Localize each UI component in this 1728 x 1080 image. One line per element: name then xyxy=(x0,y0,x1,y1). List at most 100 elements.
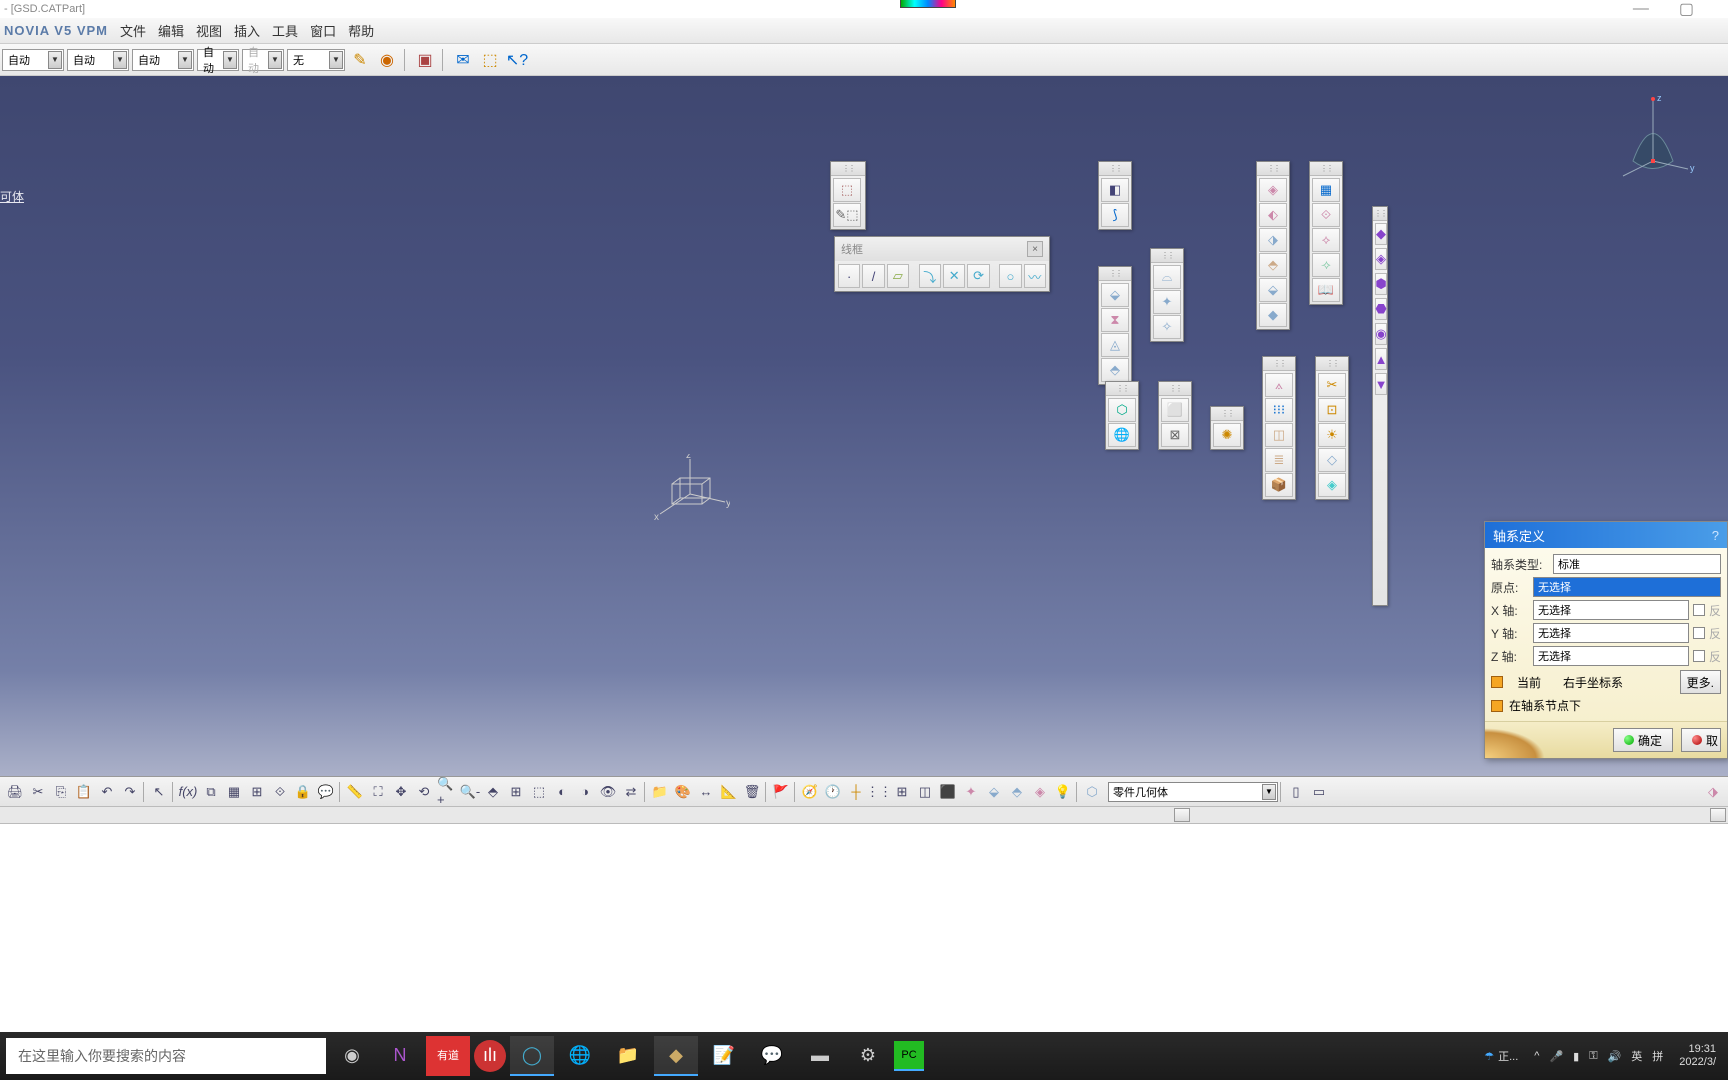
view-compass[interactable]: z y xyxy=(1608,91,1698,181)
dialog-title-bar[interactable]: 轴系定义 ? xyxy=(1485,522,1727,548)
paint-icon[interactable]: ◉ xyxy=(375,48,399,72)
dropdown-3[interactable]: 自动▼ xyxy=(197,49,239,71)
compass-icon[interactable]: 🧭 xyxy=(799,781,821,803)
trash-icon[interactable]: 🗑 xyxy=(741,781,763,803)
toolbar-grip[interactable] xyxy=(1263,357,1295,371)
task-chrome-icon[interactable]: 🌐 xyxy=(558,1036,602,1076)
ok-button[interactable]: 确定 xyxy=(1613,728,1673,752)
toolbar-grip[interactable] xyxy=(1151,249,1183,263)
fill-icon[interactable]: ◬ xyxy=(1101,333,1129,357)
copy-icon[interactable]: ⎘ xyxy=(50,781,72,803)
paste-icon[interactable]: 📋 xyxy=(73,781,95,803)
task-notepad-icon[interactable]: 📝 xyxy=(702,1036,746,1076)
cut-icon[interactable]: ✂ xyxy=(27,781,49,803)
pan-icon[interactable]: ✥ xyxy=(390,781,412,803)
windows-search-input[interactable]: 在这里输入你要搜索的内容 xyxy=(6,1038,326,1074)
mesh-icon[interactable]: ⬡ xyxy=(1108,398,1136,422)
cube-icon[interactable]: ⬜ xyxy=(1161,398,1189,422)
toolbar-grip[interactable] xyxy=(1106,382,1138,396)
tool-icon[interactable]: ⬢ xyxy=(1375,273,1387,295)
design-table-icon[interactable]: ▦ xyxy=(223,781,245,803)
catalog-icon[interactable]: 📁 xyxy=(649,781,671,803)
tray-mic-icon[interactable]: 🎤 xyxy=(1549,1050,1563,1063)
task-app-icon[interactable]: ılı xyxy=(474,1040,506,1072)
weather-widget[interactable]: ☂ 正... xyxy=(1478,1048,1524,1064)
op-icon[interactable]: ⟑ xyxy=(1265,373,1293,397)
tray-wifi-icon[interactable]: ⚿ xyxy=(1589,1050,1597,1063)
floating-toolbar-2[interactable]: ◧ ⟆ xyxy=(1098,161,1132,230)
menu-tools[interactable]: 工具 xyxy=(272,21,298,40)
apply-material-icon[interactable]: 🎨 xyxy=(672,781,694,803)
diamond-icon[interactable]: ◈ xyxy=(1318,473,1346,497)
current-checkbox[interactable] xyxy=(1491,676,1503,688)
floating-toolbar-5[interactable]: ◈ ⬖ ⬗ ⬘ ⬙ ◆ xyxy=(1256,161,1290,330)
task-catia-icon[interactable]: ◆ xyxy=(654,1036,698,1076)
tray-chevron-icon[interactable]: ^ xyxy=(1534,1050,1539,1062)
view-mode-icon[interactable]: ▯ xyxy=(1285,781,1307,803)
zoom-in-icon[interactable]: 🔍+ xyxy=(436,781,458,803)
view-mode2-icon[interactable]: ▭ xyxy=(1308,781,1330,803)
under-node-checkbox[interactable] xyxy=(1491,700,1503,712)
op-icon[interactable]: ◫ xyxy=(1265,423,1293,447)
tray-ime2[interactable]: 拼 xyxy=(1652,1048,1663,1064)
op-icon[interactable]: ⬗ xyxy=(1259,228,1287,252)
surface-icon[interactable]: ⬙ xyxy=(1101,283,1129,307)
loft-icon[interactable]: ⬘ xyxy=(1101,358,1129,382)
dropdown-5[interactable]: 无▼ xyxy=(287,49,345,71)
3d-viewport[interactable]: 可体 z y x z y ⬚ ✎⬚ 线框 × xyxy=(0,76,1728,776)
hexagon-icon[interactable]: ⬡ xyxy=(1081,781,1103,803)
shape2-icon[interactable]: ✧ xyxy=(1153,315,1181,339)
task-terminal-icon[interactable]: ▬ xyxy=(798,1036,842,1076)
floating-toolbar-3[interactable]: ⬙ ⧗ ◬ ⬘ xyxy=(1098,266,1132,385)
y-reverse-checkbox[interactable] xyxy=(1693,627,1705,639)
intersect-icon[interactable]: ✕ xyxy=(943,264,965,288)
op-icon[interactable]: ◈ xyxy=(1259,178,1287,202)
window-maximize-button[interactable]: ▢ xyxy=(1679,0,1694,19)
shading-icon[interactable]: ◐ xyxy=(551,781,573,803)
task-edge-icon[interactable]: ◯ xyxy=(510,1036,554,1076)
envelope-icon[interactable]: ✉ xyxy=(451,48,475,72)
circle-icon[interactable]: ○ xyxy=(999,264,1021,288)
trim-icon[interactable]: ✂ xyxy=(1318,373,1346,397)
tool-icon[interactable]: ▲ xyxy=(1375,348,1387,370)
tool-icon[interactable]: ◧ xyxy=(1101,178,1129,202)
check-icon[interactable]: ⊡ xyxy=(1318,398,1346,422)
menu-view[interactable]: 视图 xyxy=(196,21,222,40)
task-assistant-icon[interactable]: ◉ xyxy=(330,1036,374,1076)
rotate-icon[interactable]: ⟲ xyxy=(413,781,435,803)
transform-icon[interactable]: ⟐ xyxy=(1312,203,1340,227)
redo-icon[interactable]: ↷ xyxy=(119,781,141,803)
measure-between-icon[interactable]: ↔ xyxy=(695,781,717,803)
task-onenote-icon[interactable]: N xyxy=(378,1036,422,1076)
tool-icon[interactable]: ◈ xyxy=(1375,248,1387,270)
toolbar-grip[interactable] xyxy=(1316,357,1348,371)
more-button[interactable]: 更多. xyxy=(1680,670,1721,694)
y-axis-input[interactable]: 无选择 xyxy=(1533,623,1689,643)
brush-icon[interactable]: ✎ xyxy=(348,48,372,72)
surf3-icon[interactable]: ◈ xyxy=(1029,781,1051,803)
menu-edit[interactable]: 编辑 xyxy=(158,21,184,40)
measure-icon[interactable]: 📏 xyxy=(344,781,366,803)
grid-icon[interactable]: ⁝⁝⁝ xyxy=(1265,398,1293,422)
cube-icon[interactable]: ⬛ xyxy=(937,781,959,803)
axis-icon[interactable]: ┼ xyxy=(845,781,867,803)
dropdown-0[interactable]: 自动▼ xyxy=(2,49,64,71)
light-icon[interactable]: 💡 xyxy=(1052,781,1074,803)
swap-icon[interactable]: ⇄ xyxy=(620,781,642,803)
task-pycharm-icon[interactable]: PC xyxy=(894,1041,924,1071)
tray-battery-icon[interactable]: ▮ xyxy=(1573,1050,1579,1063)
x-reverse-checkbox[interactable] xyxy=(1693,604,1705,616)
x-axis-input[interactable]: 无选择 xyxy=(1533,600,1689,620)
package-icon[interactable]: 📦 xyxy=(1265,473,1293,497)
transform-icon[interactable]: ⟡ xyxy=(1312,228,1340,252)
tray-clock[interactable]: 19:31 2022/3/ xyxy=(1673,1043,1722,1069)
wireframe-toolbar-header[interactable]: 线框 × xyxy=(835,237,1049,261)
task-explorer-icon[interactable]: 📁 xyxy=(606,1036,650,1076)
toolbar-grip[interactable] xyxy=(1310,162,1342,176)
op-icon[interactable]: ◆ xyxy=(1259,303,1287,327)
grid2-icon[interactable]: ⊞ xyxy=(891,781,913,803)
tool-icon[interactable]: ▼ xyxy=(1375,373,1387,395)
vpm-label[interactable]: NOVIA V5 VPM xyxy=(4,23,108,38)
op-icon[interactable]: ⬙ xyxy=(1259,278,1287,302)
floating-toolbar-11[interactable]: ✂ ⊡ ☀ ◇ ◈ xyxy=(1315,356,1349,500)
